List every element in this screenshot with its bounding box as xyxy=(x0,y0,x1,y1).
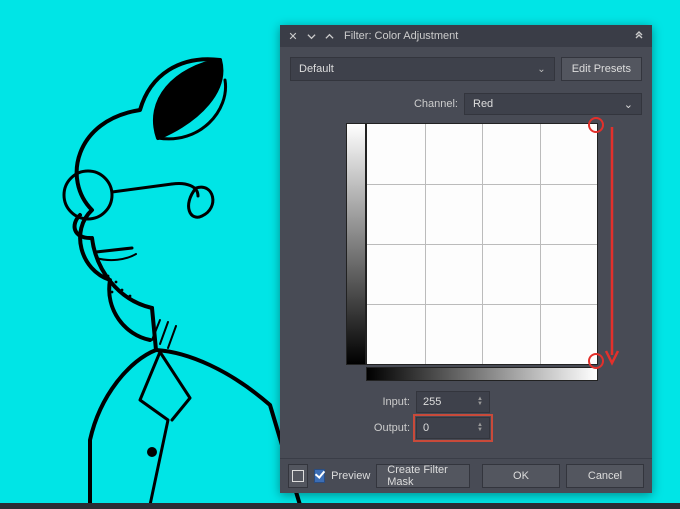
dialog-footer: Preview Create Filter Mask OK Cancel xyxy=(280,458,652,493)
float-icon[interactable] xyxy=(632,29,646,43)
spinner-arrows-icon: ▲▼ xyxy=(477,423,483,433)
input-value: 255 xyxy=(423,396,441,408)
collapse-up-icon[interactable] xyxy=(322,29,336,43)
output-spinbox[interactable]: 0 ▲▼ xyxy=(416,417,490,439)
annotation-arrow xyxy=(604,125,624,369)
preset-selected: Default xyxy=(299,63,334,75)
chevron-down-icon: ⌄ xyxy=(624,98,633,111)
compare-toggle-button[interactable] xyxy=(288,464,308,488)
output-value: 0 xyxy=(423,422,429,434)
close-icon[interactable]: ✕ xyxy=(286,29,300,43)
channel-selected: Red xyxy=(473,98,493,110)
curve-editor xyxy=(346,123,642,365)
dialog-content: Default ⌄ Edit Presets Channel: Red ⌄ xyxy=(280,47,652,449)
ok-button[interactable]: OK xyxy=(482,464,560,488)
chevron-down-icon: ⌄ xyxy=(537,64,545,75)
output-label: Output: xyxy=(360,422,410,434)
input-spinbox[interactable]: 255 ▲▼ xyxy=(416,391,490,413)
dialog-titlebar[interactable]: ✕ Filter: Color Adjustment xyxy=(280,25,652,47)
input-label: Input: xyxy=(360,396,410,408)
output-gradient xyxy=(346,123,366,365)
channel-combo[interactable]: Red ⌄ xyxy=(464,93,642,115)
edit-presets-button[interactable]: Edit Presets xyxy=(561,57,642,81)
preview-checkbox[interactable] xyxy=(314,469,326,483)
create-filter-mask-button[interactable]: Create Filter Mask xyxy=(376,464,470,488)
spinner-arrows-icon: ▲▼ xyxy=(477,397,483,407)
color-adjustment-dialog: ✕ Filter: Color Adjustment Default ⌄ Edi… xyxy=(280,25,652,493)
preview-label: Preview xyxy=(331,470,370,482)
cancel-button[interactable]: Cancel xyxy=(566,464,644,488)
dialog-title: Filter: Color Adjustment xyxy=(340,30,628,42)
preset-combo[interactable]: Default ⌄ xyxy=(290,57,555,81)
annotation-handle-bottom xyxy=(588,353,604,369)
collapse-down-icon[interactable] xyxy=(304,29,318,43)
annotation-handle-top xyxy=(588,117,604,133)
input-gradient xyxy=(366,367,598,381)
curve-grid[interactable] xyxy=(366,123,598,365)
channel-label: Channel: xyxy=(414,98,458,110)
